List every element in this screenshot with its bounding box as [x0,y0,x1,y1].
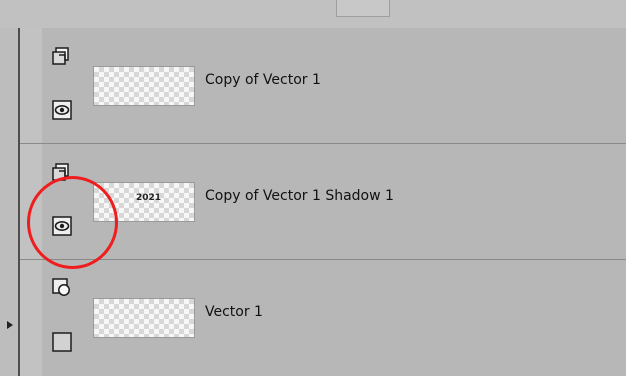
layer-row-strip [20,260,42,376]
thumbnail-mark: ˚ [141,72,147,82]
visibility-eye-icon[interactable] [52,216,72,236]
layer-label: Copy of Vector 1 [205,72,321,88]
layer-thumbnail[interactable]: ˚ [93,66,195,106]
layers-panel: ˚ Copy of Vector 1 2021 Copy of Vector 1… [0,0,626,376]
layer-row[interactable]: 2021 Copy of Vector 1 Shadow 1 [20,144,626,260]
top-strip [0,0,626,28]
layer-copy-icon[interactable] [52,162,72,182]
panel-tab[interactable] [336,0,390,17]
vector-shape-icon[interactable] [52,278,72,298]
layer-row[interactable]: ˚ Vector 1 [20,260,626,376]
empty-square-icon[interactable] [52,332,72,352]
layer-thumbnail[interactable]: ˚ [93,298,195,338]
layer-label: Copy of Vector 1 Shadow 1 [205,188,394,204]
layer-row[interactable]: ˚ Copy of Vector 1 [20,28,626,144]
thumbnail-mark: ˚ [141,304,147,314]
layer-copy-icon[interactable] [52,46,72,66]
layer-thumbnail[interactable]: 2021 [93,182,195,222]
expand-arrow-icon[interactable] [2,317,18,333]
layer-row-strip [20,28,42,144]
layer-row-strip [20,144,42,260]
layer-label: Vector 1 [205,304,263,320]
thumbnail-mark: 2021 [136,193,162,203]
visibility-eye-icon[interactable] [52,100,72,120]
